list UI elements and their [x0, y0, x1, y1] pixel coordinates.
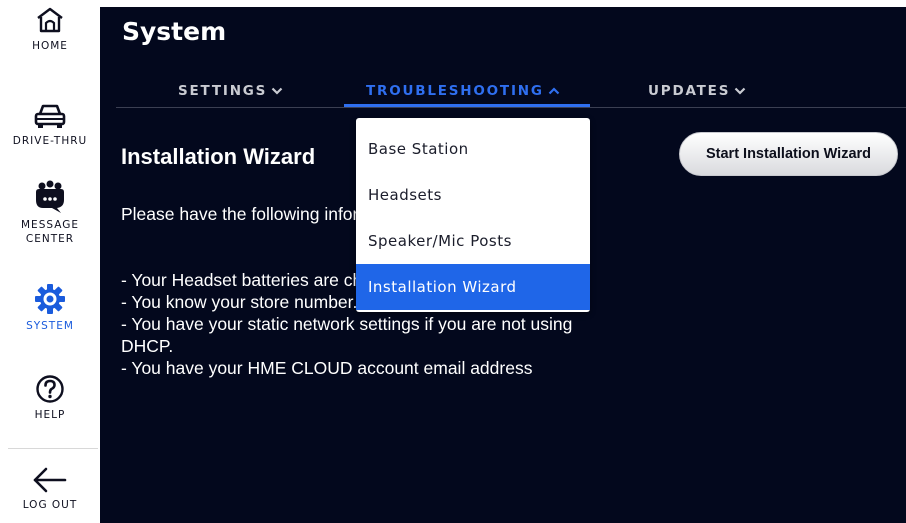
chevron-down-icon: [271, 87, 283, 95]
list-item: - You have your static network settings …: [121, 314, 573, 356]
menu-item-base-station[interactable]: Base Station: [356, 126, 590, 172]
gear-icon: [35, 284, 65, 314]
menu-item-installation-wizard[interactable]: Installation Wizard: [356, 264, 590, 310]
tab-updates[interactable]: UPDATES: [648, 83, 746, 99]
tab-troubleshooting[interactable]: TROUBLESHOOTING: [366, 83, 560, 99]
start-installation-wizard-button[interactable]: Start Installation Wizard: [679, 132, 898, 176]
page-title: System: [122, 17, 227, 46]
sidebar-item-logout[interactable]: LOG OUT: [0, 466, 100, 512]
tab-divider: [116, 107, 906, 108]
sidebar-item-help[interactable]: HELP: [0, 374, 100, 422]
sidebar-item-label: HOME: [32, 40, 68, 52]
message-center-icon: [36, 180, 64, 213]
tab-settings[interactable]: SETTINGS: [178, 83, 283, 99]
tab-label: SETTINGS: [178, 83, 268, 99]
sidebar-item-message-center[interactable]: MESSAGE CENTER: [0, 180, 100, 246]
sidebar: HOME DRIVE-THRU MESSAGE CENTER SYSTEM HE…: [0, 0, 100, 523]
troubleshooting-dropdown-menu: Base Station Headsets Speaker/Mic Posts …: [356, 118, 590, 312]
tab-label: TROUBLESHOOTING: [366, 83, 544, 99]
sidebar-item-label: DRIVE-THRU: [12, 135, 88, 147]
car-icon: [34, 104, 66, 128]
sidebar-item-drive-thru[interactable]: DRIVE-THRU: [0, 100, 100, 148]
sidebar-item-label: LOG OUT: [22, 499, 78, 511]
sidebar-item-label: SYSTEM: [26, 320, 74, 332]
sidebar-item-home[interactable]: HOME: [0, 5, 100, 53]
arrow-left-icon: [33, 467, 67, 493]
chevron-down-icon: [734, 87, 746, 95]
sidebar-item-label: HELP: [34, 409, 66, 421]
menu-item-headsets[interactable]: Headsets: [356, 172, 590, 218]
sidebar-item-label: MESSAGE CENTER: [21, 219, 79, 245]
tab-label: UPDATES: [648, 83, 731, 99]
list-item: - You have your HME CLOUD account email …: [121, 358, 533, 378]
help-icon: [36, 375, 64, 403]
home-icon: [37, 7, 63, 33]
menu-item-speaker-mic-posts[interactable]: Speaker/Mic Posts: [356, 218, 590, 264]
sidebar-item-system[interactable]: SYSTEM: [0, 283, 100, 333]
section-title: Installation Wizard: [121, 144, 316, 169]
sidebar-divider: [8, 448, 98, 449]
chevron-up-icon: [548, 87, 560, 95]
